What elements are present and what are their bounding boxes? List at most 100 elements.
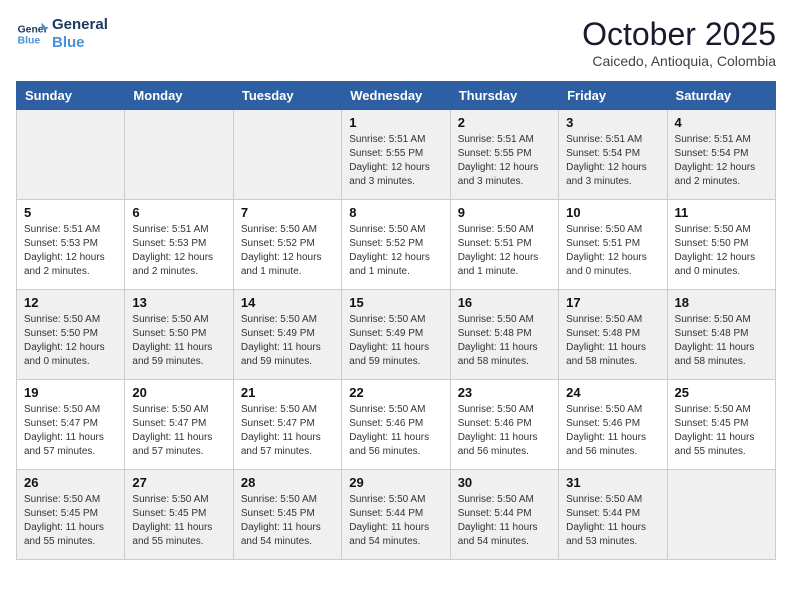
calendar-cell: 7 Sunrise: 5:50 AM Sunset: 5:52 PM Daylig… [233, 200, 341, 290]
day-info: Sunrise: 5:50 AM Sunset: 5:52 PM Dayligh… [241, 223, 334, 279]
day-number: 7 [241, 205, 334, 220]
day-number: 18 [675, 295, 768, 310]
day-number: 24 [566, 385, 659, 400]
day-info: Sunrise: 5:50 AM Sunset: 5:47 PM Dayligh… [241, 403, 334, 459]
page-header: General Blue General Blue October 2025 C… [16, 16, 776, 69]
calendar-cell [125, 110, 233, 200]
day-number: 25 [675, 385, 768, 400]
calendar-cell: 25 Sunrise: 5:50 AM Sunset: 5:45 PM Dayli… [667, 380, 775, 470]
day-number: 9 [458, 205, 551, 220]
day-info: Sunrise: 5:50 AM Sunset: 5:48 PM Dayligh… [675, 313, 768, 369]
day-number: 8 [349, 205, 442, 220]
day-number: 2 [458, 115, 551, 130]
calendar-cell: 11Sunrise: 5:50 AM Sunset: 5:50 PM Dayli… [667, 200, 775, 290]
calendar-cell: 5 Sunrise: 5:51 AM Sunset: 5:53 PM Daylig… [17, 200, 125, 290]
day-info: Sunrise: 5:51 AM Sunset: 5:54 PM Dayligh… [566, 133, 659, 189]
month-title: October 2025 [582, 16, 776, 53]
calendar-cell: 24Sunrise: 5:50 AM Sunset: 5:46 PM Dayli… [559, 380, 667, 470]
day-info: Sunrise: 5:50 AM Sunset: 5:44 PM Dayligh… [349, 493, 442, 549]
day-info: Sunrise: 5:50 AM Sunset: 5:45 PM Dayligh… [132, 493, 225, 549]
calendar-header-row: SundayMondayTuesdayWednesdayThursdayFrid… [17, 82, 776, 110]
day-info: Sunrise: 5:50 AM Sunset: 5:50 PM Dayligh… [132, 313, 225, 369]
day-number: 31 [566, 475, 659, 490]
location-subtitle: Caicedo, Antioquia, Colombia [582, 53, 776, 69]
calendar-cell: 4Sunrise: 5:51 AM Sunset: 5:54 PM Daylig… [667, 110, 775, 200]
title-block: October 2025 Caicedo, Antioquia, Colombi… [582, 16, 776, 69]
day-number: 1 [349, 115, 442, 130]
col-header-thursday: Thursday [450, 82, 558, 110]
logo-text: General Blue [52, 16, 108, 52]
day-info: Sunrise: 5:51 AM Sunset: 5:53 PM Dayligh… [132, 223, 225, 279]
calendar-cell: 6 Sunrise: 5:51 AM Sunset: 5:53 PM Daylig… [125, 200, 233, 290]
day-info: Sunrise: 5:50 AM Sunset: 5:51 PM Dayligh… [566, 223, 659, 279]
day-number: 10 [566, 205, 659, 220]
day-number: 12 [24, 295, 117, 310]
day-info: Sunrise: 5:50 AM Sunset: 5:48 PM Dayligh… [458, 313, 551, 369]
day-info: Sunrise: 5:50 AM Sunset: 5:49 PM Dayligh… [349, 313, 442, 369]
calendar-week-row: 5 Sunrise: 5:51 AM Sunset: 5:53 PM Daylig… [17, 200, 776, 290]
day-info: Sunrise: 5:51 AM Sunset: 5:55 PM Dayligh… [458, 133, 551, 189]
calendar-week-row: 19 Sunrise: 5:50 AM Sunset: 5:47 PM Dayli… [17, 380, 776, 470]
calendar-cell: 18 Sunrise: 5:50 AM Sunset: 5:48 PM Dayli… [667, 290, 775, 380]
svg-text:Blue: Blue [18, 36, 41, 47]
calendar-cell: 23Sunrise: 5:50 AM Sunset: 5:46 PM Dayli… [450, 380, 558, 470]
calendar-cell: 10 Sunrise: 5:50 AM Sunset: 5:51 PM Dayli… [559, 200, 667, 290]
day-number: 22 [349, 385, 442, 400]
day-number: 26 [24, 475, 117, 490]
calendar-cell: 9 Sunrise: 5:50 AM Sunset: 5:51 PM Daylig… [450, 200, 558, 290]
day-number: 13 [132, 295, 225, 310]
day-info: Sunrise: 5:51 AM Sunset: 5:53 PM Dayligh… [24, 223, 117, 279]
col-header-sunday: Sunday [17, 82, 125, 110]
col-header-monday: Monday [125, 82, 233, 110]
day-info: Sunrise: 5:50 AM Sunset: 5:47 PM Dayligh… [132, 403, 225, 459]
calendar-cell: 31 Sunrise: 5:50 AM Sunset: 5:44 PM Dayli… [559, 470, 667, 560]
calendar-cell [667, 470, 775, 560]
day-info: Sunrise: 5:51 AM Sunset: 5:54 PM Dayligh… [675, 133, 768, 189]
day-info: Sunrise: 5:50 AM Sunset: 5:45 PM Dayligh… [24, 493, 117, 549]
day-number: 27 [132, 475, 225, 490]
day-number: 21 [241, 385, 334, 400]
day-number: 5 [24, 205, 117, 220]
calendar-week-row: 1 Sunrise: 5:51 AM Sunset: 5:55 PM Daylig… [17, 110, 776, 200]
day-info: Sunrise: 5:50 AM Sunset: 5:49 PM Dayligh… [241, 313, 334, 369]
day-number: 3 [566, 115, 659, 130]
day-info: Sunrise: 5:50 AM Sunset: 5:44 PM Dayligh… [458, 493, 551, 549]
day-number: 16 [458, 295, 551, 310]
day-number: 23 [458, 385, 551, 400]
day-info: Sunrise: 5:50 AM Sunset: 5:44 PM Dayligh… [566, 493, 659, 549]
day-info: Sunrise: 5:50 AM Sunset: 5:46 PM Dayligh… [349, 403, 442, 459]
calendar-cell: 29Sunrise: 5:50 AM Sunset: 5:44 PM Dayli… [342, 470, 450, 560]
calendar-cell [233, 110, 341, 200]
calendar-cell: 3 Sunrise: 5:51 AM Sunset: 5:54 PM Daylig… [559, 110, 667, 200]
calendar-week-row: 26 Sunrise: 5:50 AM Sunset: 5:45 PM Dayli… [17, 470, 776, 560]
day-number: 11 [675, 205, 768, 220]
day-info: Sunrise: 5:50 AM Sunset: 5:45 PM Dayligh… [675, 403, 768, 459]
calendar-cell: 27 Sunrise: 5:50 AM Sunset: 5:45 PM Dayli… [125, 470, 233, 560]
calendar-cell: 17Sunrise: 5:50 AM Sunset: 5:48 PM Dayli… [559, 290, 667, 380]
calendar-cell: 19 Sunrise: 5:50 AM Sunset: 5:47 PM Dayli… [17, 380, 125, 470]
col-header-friday: Friday [559, 82, 667, 110]
day-number: 6 [132, 205, 225, 220]
calendar-cell: 21 Sunrise: 5:50 AM Sunset: 5:47 PM Dayli… [233, 380, 341, 470]
calendar-cell [17, 110, 125, 200]
col-header-wednesday: Wednesday [342, 82, 450, 110]
calendar-cell: 22 Sunrise: 5:50 AM Sunset: 5:46 PM Dayli… [342, 380, 450, 470]
calendar-cell: 26 Sunrise: 5:50 AM Sunset: 5:45 PM Dayli… [17, 470, 125, 560]
calendar-cell: 16 Sunrise: 5:50 AM Sunset: 5:48 PM Dayli… [450, 290, 558, 380]
day-info: Sunrise: 5:50 AM Sunset: 5:48 PM Dayligh… [566, 313, 659, 369]
calendar-cell: 1 Sunrise: 5:51 AM Sunset: 5:55 PM Daylig… [342, 110, 450, 200]
col-header-tuesday: Tuesday [233, 82, 341, 110]
day-info: Sunrise: 5:51 AM Sunset: 5:55 PM Dayligh… [349, 133, 442, 189]
calendar-cell: 13 Sunrise: 5:50 AM Sunset: 5:50 PM Dayli… [125, 290, 233, 380]
day-number: 28 [241, 475, 334, 490]
calendar-cell: 15 Sunrise: 5:50 AM Sunset: 5:49 PM Dayli… [342, 290, 450, 380]
day-info: Sunrise: 5:50 AM Sunset: 5:52 PM Dayligh… [349, 223, 442, 279]
day-number: 20 [132, 385, 225, 400]
day-number: 15 [349, 295, 442, 310]
day-number: 19 [24, 385, 117, 400]
day-info: Sunrise: 5:50 AM Sunset: 5:47 PM Dayligh… [24, 403, 117, 459]
day-info: Sunrise: 5:50 AM Sunset: 5:51 PM Dayligh… [458, 223, 551, 279]
calendar-cell: 2 Sunrise: 5:51 AM Sunset: 5:55 PM Daylig… [450, 110, 558, 200]
calendar-cell: 28Sunrise: 5:50 AM Sunset: 5:45 PM Dayli… [233, 470, 341, 560]
day-info: Sunrise: 5:50 AM Sunset: 5:50 PM Dayligh… [24, 313, 117, 369]
